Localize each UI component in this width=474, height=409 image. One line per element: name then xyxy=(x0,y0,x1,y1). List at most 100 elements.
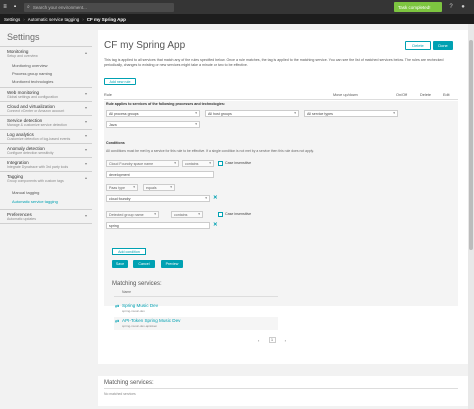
preview-button[interactable]: Preview xyxy=(161,260,183,268)
technology-select[interactable]: Java ▾ xyxy=(106,121,200,128)
condition-attribute-select[interactable]: Detected group name ▾ xyxy=(106,211,159,218)
sidebar-section-service-detection[interactable]: Service detection Manage & customize ser… xyxy=(0,115,92,129)
save-button[interactable]: Save xyxy=(112,260,128,268)
prev-page-icon[interactable]: ‹ xyxy=(258,338,259,343)
case-insensitive-label: Case insensitive xyxy=(225,161,252,165)
condition-operator-select[interactable]: contains ▾ xyxy=(171,211,203,218)
chevron-down-icon: ▾ xyxy=(84,147,87,152)
delete-column: Delete xyxy=(420,93,431,97)
conditions-label: Conditions xyxy=(106,141,125,145)
matching-service-row[interactable]: ⇄ Spring Music Dev spring-music-dev xyxy=(114,302,278,315)
matching-name-column: Name xyxy=(122,290,132,294)
sidebar-item-process-group-naming[interactable]: Process group naming xyxy=(0,68,92,76)
sidebar-section-web-monitoring[interactable]: Web monitoring Global settings and confi… xyxy=(0,87,92,101)
chevron-down-icon: ▾ xyxy=(84,213,87,218)
page-description: This tag is applied to all services that… xyxy=(104,58,444,67)
onoff-column: On/Off xyxy=(396,93,408,97)
condition-value-input[interactable]: spring xyxy=(106,222,210,229)
menu-icon[interactable]: ≡ xyxy=(0,0,10,14)
sidebar-item-automatic-service-tagging[interactable]: Automatic service tagging xyxy=(0,196,92,209)
help-icon[interactable]: ? xyxy=(446,0,456,14)
sidebar-section-preferences[interactable]: Preferences Automatic updates ▾ xyxy=(0,209,92,224)
condition-attribute-select[interactable]: Paas type ▾ xyxy=(106,184,138,191)
sidebar-section-anomaly-detection[interactable]: Anomaly detection Configure detection se… xyxy=(0,143,92,157)
chevron-down-icon: ▾ xyxy=(84,161,87,166)
case-insensitive-label: Case insensitive xyxy=(225,212,252,216)
sidebar-item-monitored-technologies[interactable]: Monitored technologies xyxy=(0,76,92,87)
rule-table-header: Rule Move up/down On/Off Delete Edit xyxy=(104,92,458,100)
service-icon: ⇄ xyxy=(115,319,120,325)
breadcrumb: Settings › Automatic service tagging › C… xyxy=(0,14,474,24)
chevron-down-icon: ▾ xyxy=(84,133,87,138)
user-icon[interactable]: ● xyxy=(458,0,468,14)
add-condition-button[interactable]: Add condition xyxy=(112,248,146,255)
condition-operator-select[interactable]: contains ▾ xyxy=(182,160,214,167)
chevron-down-icon: ▾ xyxy=(84,105,87,110)
chevron-down-icon: ▾ xyxy=(133,185,135,189)
search-icon: ⌕ xyxy=(27,4,30,10)
condition-value-select[interactable]: cloud foundry ▾ xyxy=(106,195,210,202)
condition-attribute-select[interactable]: Cloud Foundry space name ▾ xyxy=(106,160,179,167)
scrollbar-thumb[interactable] xyxy=(469,40,473,250)
remove-condition-icon[interactable]: ✕ xyxy=(213,222,218,228)
condition-value-input[interactable]: development xyxy=(106,171,214,178)
breadcrumb-settings[interactable]: Settings xyxy=(4,17,20,22)
pagination: ‹ 1 › xyxy=(258,336,286,344)
search-input[interactable]: ⌕ Search your environment... xyxy=(24,2,174,12)
breadcrumb-separator: › xyxy=(23,16,25,22)
chevron-down-icon: ▾ xyxy=(195,122,197,126)
sidebar-section-cloud-virtualization[interactable]: Cloud and virtualization Connect vCenter… xyxy=(0,101,92,115)
chevron-up-icon: ▴ xyxy=(84,50,87,55)
divider xyxy=(114,296,278,297)
edit-column: Edit xyxy=(443,93,450,97)
host-groups-select[interactable]: All host groups ▾ xyxy=(205,110,299,117)
chat-icon[interactable]: ▪ xyxy=(10,0,20,14)
breadcrumb-current: CF my Spring App xyxy=(86,16,126,22)
process-groups-select[interactable]: All process groups ▾ xyxy=(106,110,200,117)
sidebar-item-manual-tagging[interactable]: Manual tagging xyxy=(0,185,92,196)
sidebar-item-monitoring-overview[interactable]: Monitoring overview xyxy=(0,60,92,68)
breadcrumb-automatic-service-tagging[interactable]: Automatic service tagging xyxy=(28,17,80,22)
top-bar: ≡ ▪ ⌕ Search your environment... Task co… xyxy=(0,0,474,14)
matching-services-title-2: Matching services: xyxy=(104,380,154,386)
chevron-down-icon: ▾ xyxy=(393,111,395,115)
breadcrumb-separator: › xyxy=(82,16,84,22)
divider xyxy=(104,388,458,389)
chevron-down-icon: ▾ xyxy=(84,119,87,124)
sidebar-section-log-analytics[interactable]: Log analytics Customize detection of log… xyxy=(0,129,92,143)
chevron-down-icon: ▾ xyxy=(195,111,197,115)
done-button[interactable]: Done xyxy=(433,41,453,50)
condition-operator-select[interactable]: equals ▾ xyxy=(143,184,175,191)
no-matched-services: No matched services xyxy=(104,392,136,396)
chevron-down-icon: ▾ xyxy=(205,196,207,200)
sidebar-section-integration[interactable]: Integration Integrate Dynatrace with 3rd… xyxy=(0,157,92,171)
matching-service-row[interactable]: ⇄ API-Token Spring Music Dev spring-musi… xyxy=(114,317,278,330)
chevron-down-icon: ▾ xyxy=(294,111,296,115)
task-completed-badge[interactable]: Task completed! xyxy=(394,2,442,12)
sidebar-section-monitoring[interactable]: Monitoring Setup and overview ▴ xyxy=(0,46,92,60)
section-divider xyxy=(98,364,468,376)
service-types-select[interactable]: All service types ▾ xyxy=(304,110,398,117)
chevron-down-icon: ▾ xyxy=(198,212,200,216)
case-insensitive-checkbox[interactable] xyxy=(218,212,223,217)
next-page-icon[interactable]: › xyxy=(285,338,286,343)
chevron-up-icon: ▴ xyxy=(84,175,87,180)
delete-button[interactable]: Delete xyxy=(405,41,431,50)
chevron-down-icon: ▾ xyxy=(154,212,156,216)
page-title: CF my Spring App xyxy=(104,40,186,51)
chevron-down-icon: ▾ xyxy=(174,161,176,165)
conditions-note: All conditions must be met by a service … xyxy=(106,149,314,153)
page-number[interactable]: 1 xyxy=(268,337,276,343)
case-insensitive-checkbox[interactable] xyxy=(218,161,223,166)
matching-services-title: Matching services: xyxy=(112,281,162,287)
sidebar-section-tagging[interactable]: Tagging Group components with custom tag… xyxy=(0,171,92,185)
chevron-down-icon: ▾ xyxy=(84,91,87,96)
main-panel: CF my Spring App Delete Done This tag is… xyxy=(98,30,468,406)
cancel-button[interactable]: Cancel xyxy=(133,260,155,268)
chevron-down-icon: ▾ xyxy=(209,161,211,165)
rule-column: Rule xyxy=(104,93,112,97)
add-rule-button[interactable]: Add new rule xyxy=(104,78,136,85)
service-icon: ⇄ xyxy=(115,304,120,310)
rule-editor: Rule applies to services of the followin… xyxy=(104,101,458,306)
remove-condition-icon[interactable]: ✕ xyxy=(213,195,218,201)
